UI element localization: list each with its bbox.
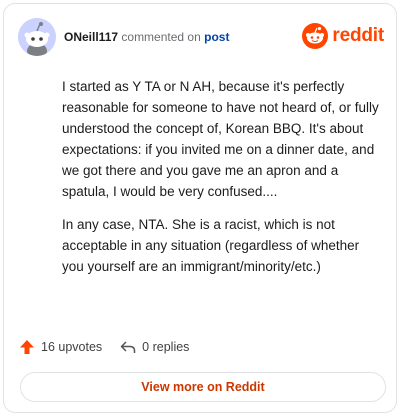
comment-paragraph: In any case, NTA. She is a racist, which… [62, 217, 360, 274]
comment-embed-card: ONeill117 commented on post reddit I sta… [3, 3, 397, 413]
view-more-button[interactable]: View more on Reddit [20, 372, 386, 402]
username-link[interactable]: ONeill117 [64, 30, 118, 44]
comment-header: ONeill117 commented on post reddit [18, 18, 384, 58]
post-link[interactable]: post [204, 30, 229, 44]
comment-body: I started as Y TA or N AH, because it's … [62, 76, 380, 289]
reply-button[interactable]: 0 replies [120, 339, 189, 355]
avatar-snoo-icon [18, 18, 56, 56]
upvote-button[interactable]: 16 upvotes [19, 339, 102, 355]
comment-meta: ONeill117 commented on post [64, 29, 229, 45]
reply-arrow-icon [120, 341, 136, 353]
commented-on-text: commented on [121, 30, 201, 44]
reddit-logo-icon [302, 23, 329, 49]
upvote-arrow-icon [20, 340, 34, 354]
upvote-count: 16 upvotes [41, 340, 103, 354]
reddit-brand[interactable]: reddit [302, 22, 384, 50]
avatar[interactable] [18, 18, 56, 56]
comment-paragraph: I started as Y TA or N AH, because it's … [62, 79, 379, 199]
comment-actions: 16 upvotes 0 replies [19, 336, 207, 358]
reddit-wordmark: reddit [332, 25, 384, 46]
reply-count: 0 replies [142, 340, 190, 354]
